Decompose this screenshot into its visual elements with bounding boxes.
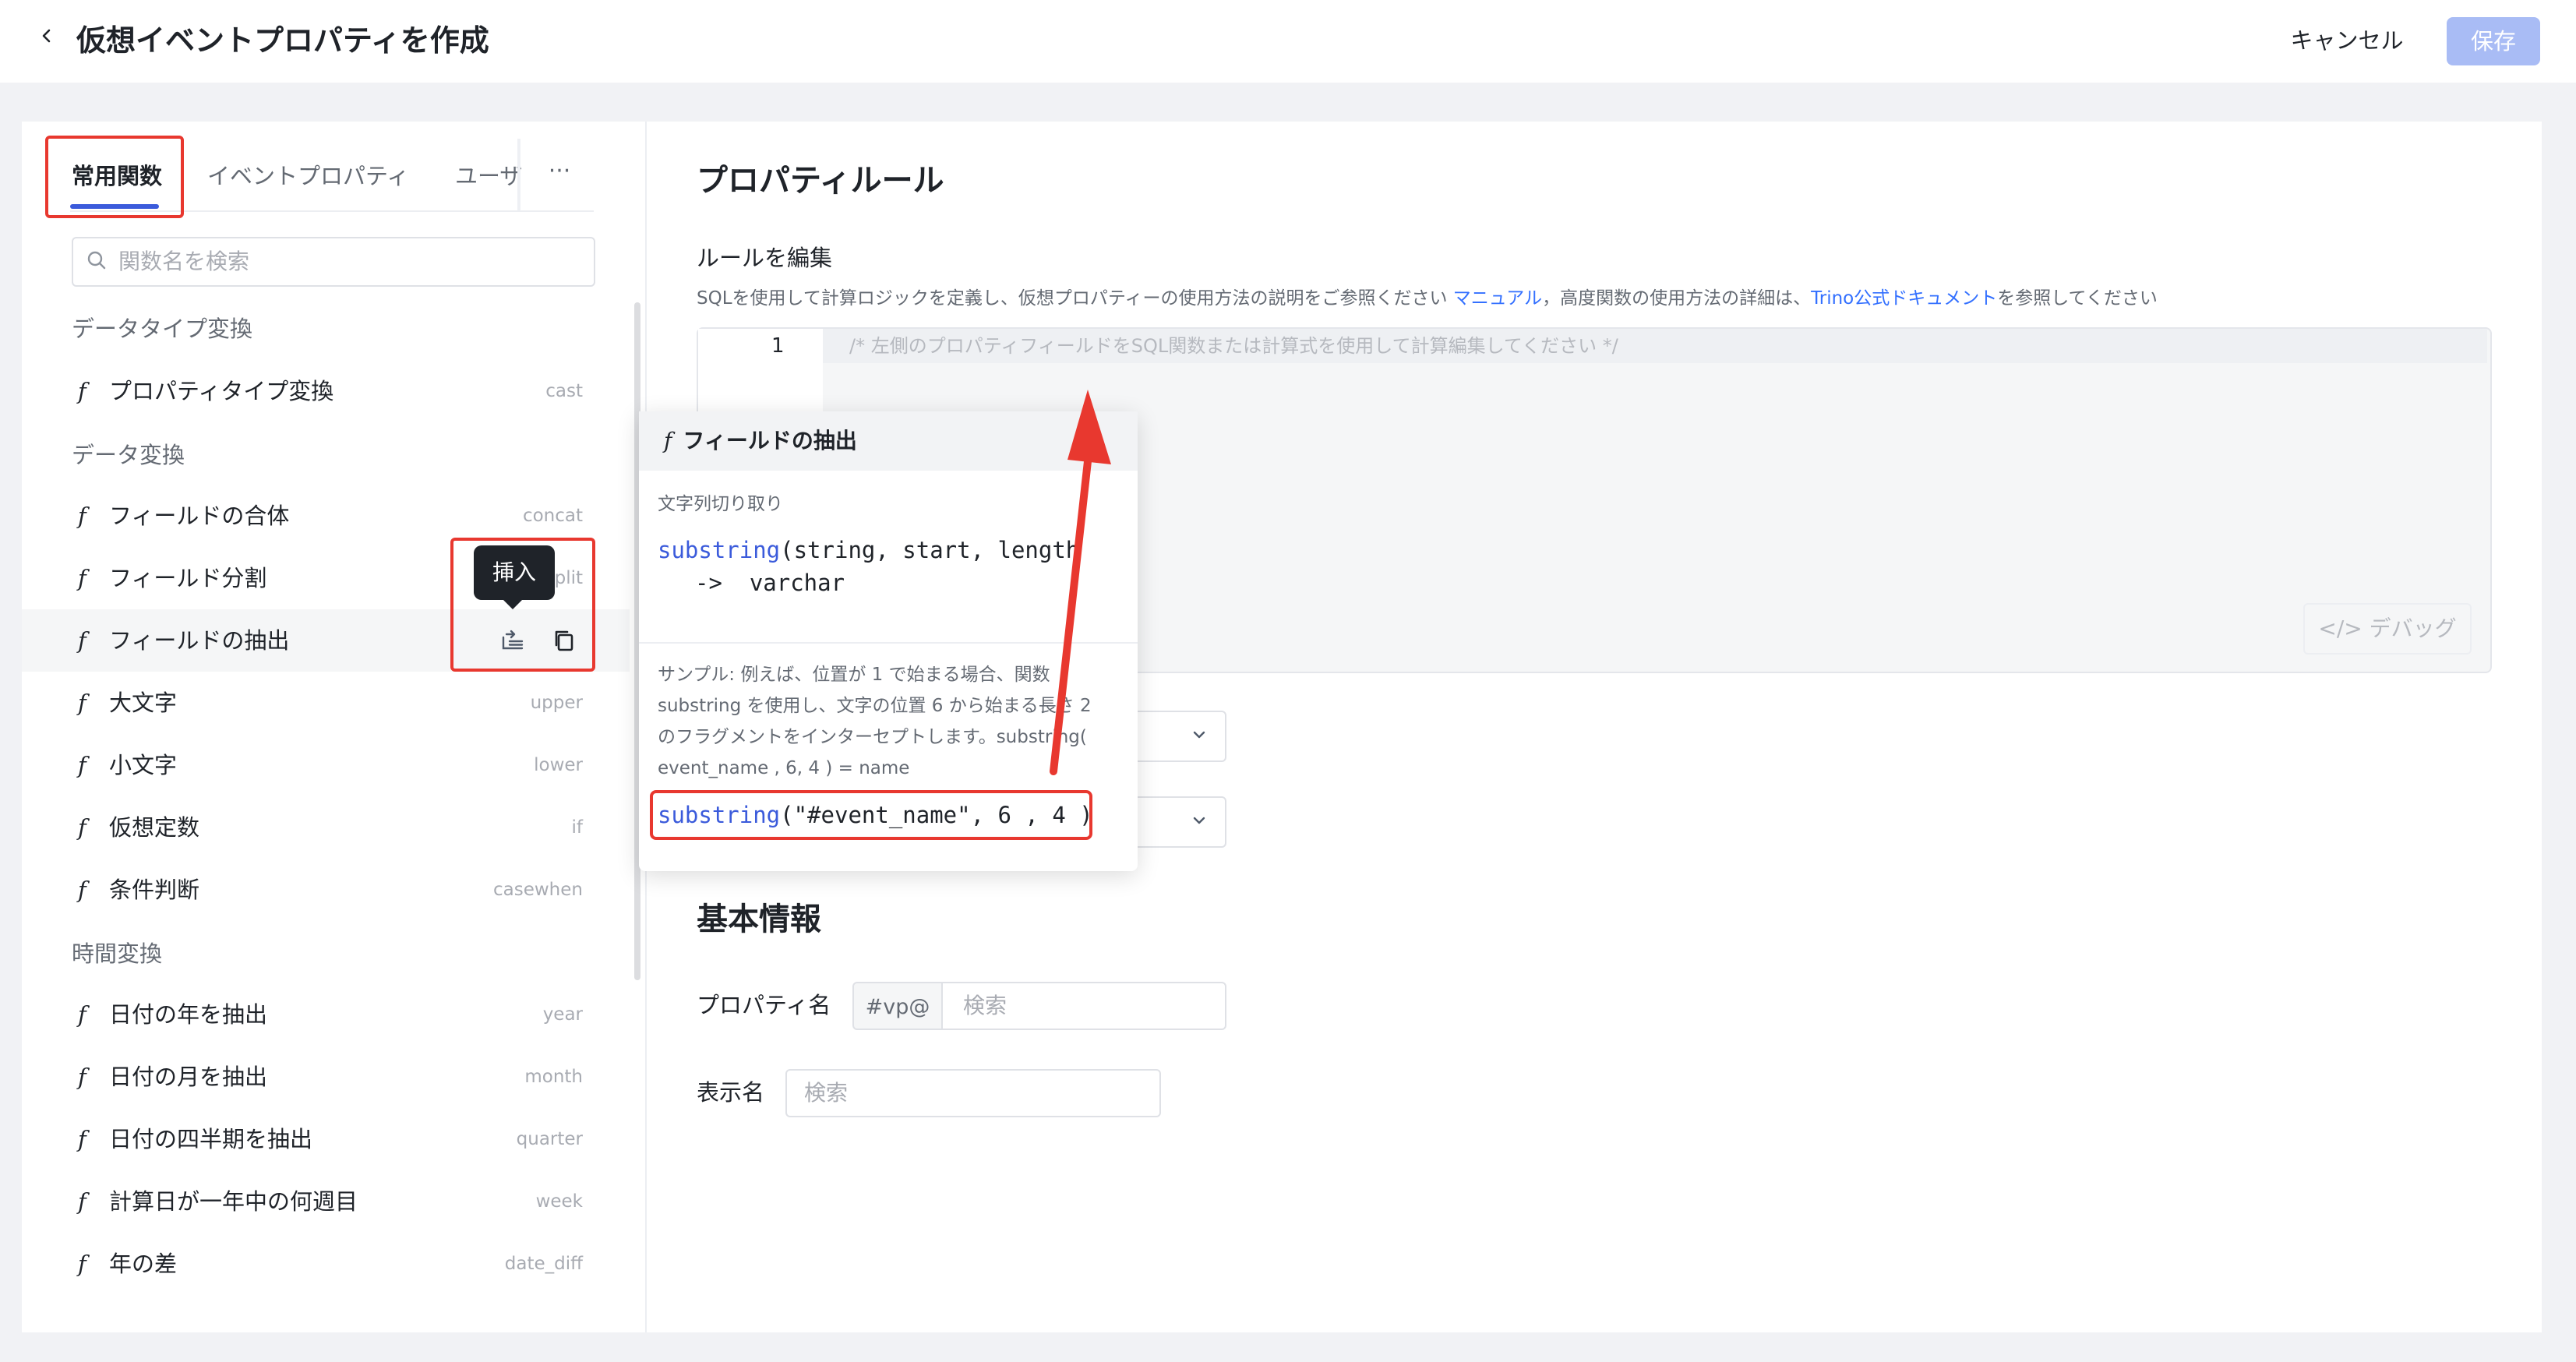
rule-edit-label: ルールを編集 [697,245,833,271]
function-key: week [535,1191,583,1212]
function-key: casewhen [493,880,583,900]
function-label: 日付の月を抽出 [109,1064,268,1090]
function-icon: f [78,378,86,404]
function-label: 日付の年を抽出 [109,1001,268,1028]
tab-user-properties[interactable]: ユーザ [455,134,522,218]
editor-line-number: 1 [771,334,785,358]
function-key: lower [534,755,583,775]
signature-line-2: -> varchar [695,566,845,600]
function-icon: f [78,565,86,591]
section-title-data-type: データタイプ変換 [72,316,253,342]
function-icon: f [78,877,86,903]
function-label: フィールドの抽出 [109,627,290,654]
rule-section-title: プロパティルール [697,163,944,199]
signature-fn: substring [658,537,781,563]
section-title-data-conversion: データ変換 [72,442,185,468]
back-chevron-icon[interactable] [39,28,55,44]
trino-docs-link[interactable]: Trino公式ドキュメント [1811,288,1997,309]
rule-desc-text-1: SQLを使用して計算ロジックを定義し、仮想プロパティーの使用方法の説明をご参照く… [697,288,1453,309]
section-title-time-conversion: 時間変換 [72,940,163,967]
rule-desc-text-2: ，高度関数の使用方法の詳細は、 [1542,288,1812,309]
display-name-input[interactable]: 検索 [785,1069,1161,1117]
function-label: 条件判断 [109,877,200,903]
tab-scroll-fade [517,139,520,210]
rule-desc-text-3: を参照してください [1997,288,2158,309]
function-label: 年の差 [109,1251,178,1277]
function-icon: f [78,503,86,529]
popover-divider [639,642,1138,644]
function-key: quarter [516,1129,583,1149]
annotation-box-sample [650,790,1092,840]
function-key: if [571,817,584,838]
signature-arrow: -> [695,570,722,596]
search-icon [87,251,106,270]
signature-return: varchar [749,570,845,596]
function-icon: f [78,814,86,841]
tooltip-arrow [502,598,524,609]
function-icon: f [78,752,86,778]
sample-text-line: のフラグメントをインターセプトします。substring( [658,727,1087,747]
function-key: date_diff [504,1254,583,1274]
display-name-label: 表示名 [697,1079,765,1106]
function-icon: f [78,1001,86,1028]
function-label: プロパティタイプ変換 [109,378,334,404]
signature-line-1: substring(string, start, length [658,533,1079,567]
function-icon: f [664,428,672,453]
chevron-down-icon [1193,731,1205,739]
function-key: month [524,1067,583,1087]
basic-info-title: 基本情報 [697,902,821,937]
sample-text-line: サンプル: 例えば、位置が 1 で始まる場合、関数 [658,665,1050,685]
sample-text-line: event_name , 6, 4 ) = name [658,758,910,778]
property-name-prefix: #vp@ [852,982,943,1030]
insert-icon[interactable] [499,626,527,655]
editor-placeholder: /* 左側のプロパティフィールドをSQL関数または計算式を使用して計算編集してく… [849,335,1618,357]
function-icon: f [78,627,86,654]
function-label: 計算日が一年中の何週目 [109,1188,358,1215]
manual-link[interactable]: マニュアル [1453,288,1542,309]
copy-icon[interactable] [552,628,577,653]
annotation-box-tab [45,136,184,218]
function-icon: f [78,1251,86,1277]
function-key: year [542,1004,583,1025]
function-label: 大文字 [109,690,178,716]
chevron-down-icon [1193,817,1205,824]
sample-text-line: substring を使用し、文字の位置 6 から始まる長さ 2 [658,696,1092,716]
page-title: 仮想イベントプロパティを作成 [76,23,489,58]
signature-args: (string, start, length [780,537,1080,563]
more-tabs-icon[interactable]: ··· [544,156,575,193]
popover-title: f フィールドの抽出 [664,411,857,471]
sample-description: サンプル: 例えば、位置が 1 で始まる場合、関数 substring を使用し… [658,659,1117,784]
function-label: フィールドの合体 [109,503,290,529]
property-name-input[interactable]: 検索 [941,982,1226,1030]
function-label: 仮想定数 [109,814,200,841]
function-key: cast [545,381,583,401]
rule-description: SQLを使用して計算ロジックを定義し、仮想プロパティーの使用方法の説明をご参照く… [697,282,2158,315]
property-name-label: プロパティ名 [697,992,831,1018]
function-label: フィールド分割 [109,565,267,591]
cancel-button[interactable]: キャンセル [2275,17,2419,64]
debug-button[interactable]: </> デバッグ [2303,603,2472,655]
tab-event-properties[interactable]: イベントプロパティ [207,134,409,218]
insert-tooltip: 挿入 [474,545,555,600]
function-label: 小文字 [109,752,178,778]
function-icon: f [78,1188,86,1215]
function-label: 日付の四半期を抽出 [109,1126,313,1152]
function-key: upper [530,693,583,713]
function-icon: f [78,1064,86,1090]
save-button[interactable]: 保存 [2447,17,2540,65]
function-icon: f [78,690,86,716]
popover-title-text: フィールドの抽出 [683,428,857,453]
popover-subtitle: 文字列切り取り [658,494,783,514]
function-icon: f [78,1126,86,1152]
function-search-placeholder: 関数名を検索 [118,249,250,274]
